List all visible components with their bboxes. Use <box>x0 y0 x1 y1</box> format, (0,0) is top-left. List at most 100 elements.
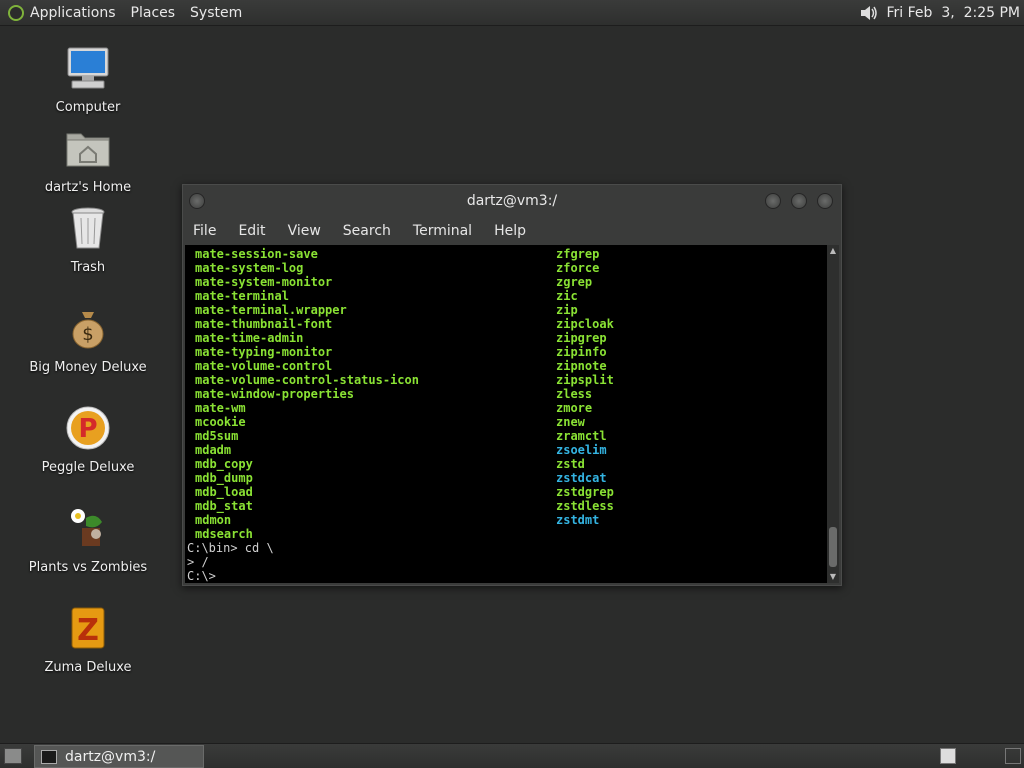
svg-text:P: P <box>78 414 97 444</box>
terminal-line: zsoelim <box>556 443 607 457</box>
terminal-line: zip <box>556 303 578 317</box>
terminal-line: mate-typing-monitor <box>195 345 333 359</box>
desktop-icon-label: Zuma Deluxe <box>44 660 132 675</box>
menu-terminal[interactable]: Terminal <box>413 223 472 239</box>
desktop-icon-plants-vs-zombies[interactable]: Plants vs Zombies <box>28 504 148 575</box>
menu-view[interactable]: View <box>288 223 321 239</box>
workspace-2[interactable] <box>1005 748 1021 764</box>
home-folder-icon <box>66 133 110 167</box>
terminal-line: mate-terminal <box>195 289 289 303</box>
desktop-icon-label: Big Money Deluxe <box>29 360 147 375</box>
show-desktop-icon[interactable] <box>4 748 22 764</box>
prompt-lines: C:\bin> cd \ > / C:\> <box>187 541 274 583</box>
terminal-line: mate-system-monitor <box>195 275 333 289</box>
clock[interactable]: Fri Feb 3, 2:25 PM <box>887 5 1021 21</box>
terminal-line: zless <box>556 387 593 401</box>
scroll-down-arrow-icon[interactable]: ▼ <box>827 571 839 583</box>
desktop-icon-computer[interactable]: Computer <box>28 44 148 115</box>
desktop-icon-label: Trash <box>70 260 106 275</box>
window-titlebar[interactable]: dartz@vm3:/ <box>183 185 841 217</box>
terminal-icon <box>41 749 57 764</box>
desktop-icon-label: Computer <box>55 100 121 115</box>
terminal-line: zgrep <box>556 275 593 289</box>
desktop-icon-trash[interactable]: Trash <box>28 204 148 275</box>
zuma-icon: Z <box>71 607 105 649</box>
prompt-line: > / <box>187 555 209 569</box>
money-bag-icon: $ <box>72 312 104 349</box>
terminal-line: zipcloak <box>556 317 614 331</box>
window-title: dartz@vm3:/ <box>466 193 558 209</box>
peggle-icon: P <box>66 406 110 450</box>
menu-edit[interactable]: Edit <box>238 223 265 239</box>
terminal-output[interactable]: mate-session-save mate-system-log mate-sys… <box>185 245 827 583</box>
terminal-line: mate-volume-control-status-icon <box>195 373 419 387</box>
terminal-line: mcookie <box>195 415 246 429</box>
terminal-line: znew <box>556 415 585 429</box>
prompt-line: C:\bin> cd \ <box>187 541 274 555</box>
workspace-1[interactable] <box>940 748 956 764</box>
speaker-icon[interactable] <box>859 3 879 23</box>
terminal-line: mate-thumbnail-font <box>195 317 333 331</box>
terminal-line: zipnote <box>556 359 607 373</box>
terminal-line: mate-terminal.wrapper <box>195 303 347 317</box>
desktop-icon-big-money[interactable]: $ Big Money Deluxe <box>28 304 148 375</box>
svg-text:$: $ <box>82 324 93 345</box>
terminal-line: zforce <box>556 261 600 275</box>
menu-applications[interactable]: Applications <box>30 5 116 21</box>
terminal-line: mdb_load <box>195 485 253 499</box>
desktop-icon-home[interactable]: dartz's Home <box>28 124 148 195</box>
window-menu-button[interactable] <box>189 193 205 209</box>
output-column-left: mate-session-save mate-system-log mate-sys… <box>195 247 419 541</box>
desktop-icon-peggle[interactable]: P Peggle Deluxe <box>28 404 148 475</box>
desktop-icon-zuma[interactable]: Z Zuma Deluxe <box>28 604 148 675</box>
terminal-line: zipgrep <box>556 331 607 345</box>
menu-system[interactable]: System <box>190 5 242 21</box>
terminal-line: mate-volume-control <box>195 359 333 373</box>
terminal-line: mate-time-admin <box>195 331 304 345</box>
terminal-line: zipinfo <box>556 345 607 359</box>
taskbar-item-terminal[interactable]: dartz@vm3:/ <box>34 745 204 768</box>
scroll-up-arrow-icon[interactable]: ▲ <box>827 245 839 257</box>
terminal-line: mate-wm <box>195 401 246 415</box>
mate-logo-icon[interactable] <box>8 4 24 21</box>
prompt-line: C:\> <box>187 569 216 583</box>
terminal-line: zic <box>556 289 578 303</box>
terminal-line: zipsplit <box>556 373 614 387</box>
close-button[interactable] <box>817 193 833 209</box>
terminal-menubar: File Edit View Search Terminal Help <box>183 217 841 245</box>
output-column-right: zfgrep zforce zgrep zic zip zipcloak zipgrep zi… <box>556 247 614 527</box>
maximize-button[interactable] <box>791 193 807 209</box>
desktop-icon-label: Plants vs Zombies <box>28 560 148 575</box>
terminal-line: zmore <box>556 401 593 415</box>
terminal-line: zramctl <box>556 429 607 443</box>
menu-search[interactable]: Search <box>343 223 391 239</box>
terminal-line: md5sum <box>195 429 239 443</box>
taskbar-item-label: dartz@vm3:/ <box>65 748 156 765</box>
terminal-line: zstdgrep <box>556 485 614 499</box>
terminal-line: zfgrep <box>556 247 600 261</box>
terminal-scrollbar[interactable]: ▲ ▼ <box>827 245 839 583</box>
plants-vs-zombies-icon <box>71 509 102 546</box>
scrollbar-thumb[interactable] <box>829 527 837 567</box>
menu-places[interactable]: Places <box>131 5 176 21</box>
bottom-panel: dartz@vm3:/ <box>0 743 1024 768</box>
top-panel-tray: Fri Feb 3, 2:25 PM <box>859 0 1021 25</box>
terminal-line: zstdless <box>556 499 614 513</box>
terminal-line: zstd <box>556 457 585 471</box>
terminal-line: mdb_stat <box>195 499 253 513</box>
terminal-line: mdadm <box>195 443 232 457</box>
terminal-line: mate-session-save <box>195 247 318 261</box>
terminal-line: mdsearch <box>195 527 253 541</box>
terminal-line: mate-window-properties <box>195 387 354 401</box>
terminal-window: dartz@vm3:/ File Edit View Search Termin… <box>182 184 842 586</box>
terminal-line: mdb_copy <box>195 457 253 471</box>
menu-file[interactable]: File <box>193 223 216 239</box>
terminal-line: zstdmt <box>556 513 600 527</box>
minimize-button[interactable] <box>765 193 781 209</box>
terminal-line: zstdcat <box>556 471 607 485</box>
menu-help[interactable]: Help <box>494 223 526 239</box>
desktop-icon-label: dartz's Home <box>44 180 132 195</box>
trash-icon <box>71 207 105 249</box>
computer-icon <box>67 47 109 89</box>
desktop-icon-label: Peggle Deluxe <box>41 460 135 475</box>
